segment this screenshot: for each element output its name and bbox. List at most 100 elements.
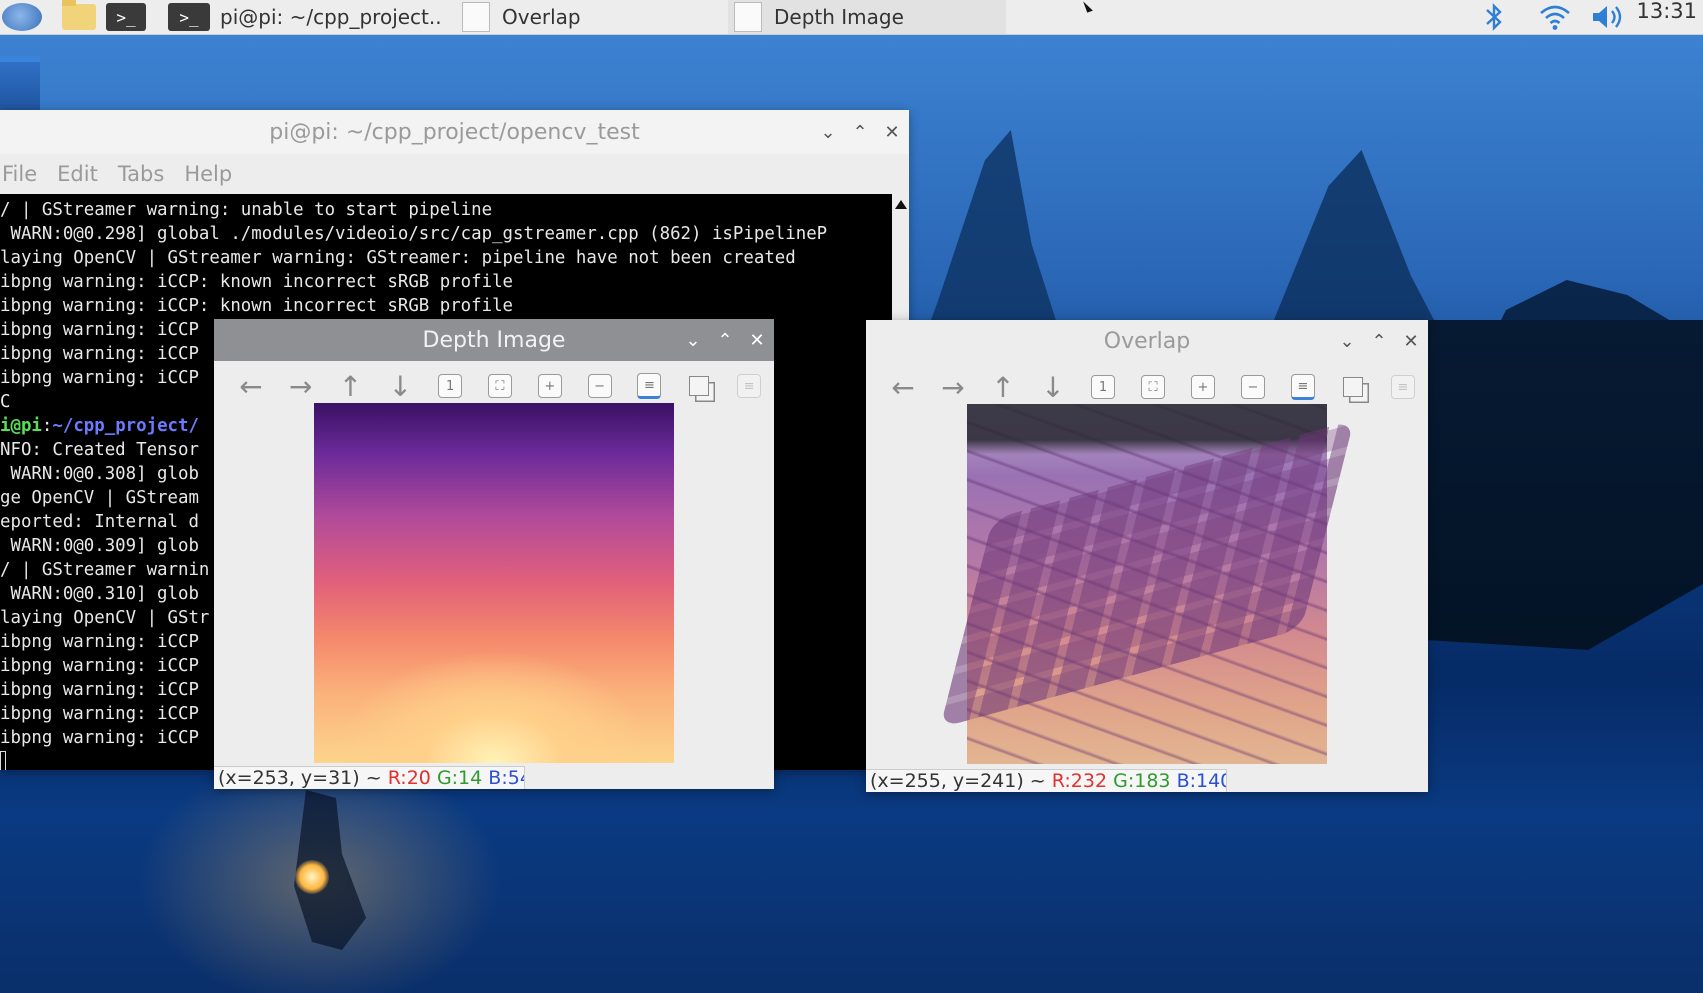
bluetooth-icon [1486, 3, 1502, 31]
trash-icon[interactable] [0, 56, 40, 114]
zoom-out-button[interactable]: − [1228, 367, 1278, 407]
pixel-red: R:20 [387, 767, 431, 789]
terminal-icon: >_ [106, 3, 146, 31]
window-icon [462, 2, 490, 32]
pixel-coords: (x=255, y=241) ~ [870, 770, 1046, 792]
terminal-icon: >_ [168, 3, 210, 31]
terminal-line: / | GStreamer warning: unable to start p… [0, 200, 493, 220]
copy-button[interactable] [674, 366, 724, 406]
menu-edit[interactable]: Edit [57, 162, 98, 186]
save-button[interactable]: ≡ [1278, 367, 1328, 407]
pan-down-icon: ↓ [388, 369, 413, 403]
pan-right-icon: → [288, 369, 313, 403]
pan-up-icon: ↑ [991, 370, 1015, 404]
taskbar-item-depth-image[interactable]: Depth Image [728, 0, 1006, 34]
terminal-cursor [0, 751, 6, 770]
taskbar-item-label: Overlap [502, 5, 581, 29]
window-title: Depth Image [422, 327, 566, 353]
zoom-in-button[interactable]: + [1178, 367, 1228, 407]
taskbar-item-overlap[interactable]: Overlap [456, 0, 726, 34]
prompt-separator: : [41, 416, 53, 436]
pixel-status: (x=255, y=241) ~ R:232 G:183 B:140 [866, 769, 1227, 792]
scroll-up-icon[interactable] [895, 200, 907, 209]
copy-icon [1343, 377, 1363, 397]
overlap-image-canvas[interactable] [939, 404, 1355, 764]
menu-tabs[interactable]: Tabs [118, 162, 165, 186]
properties-button[interactable]: ≡ [1378, 367, 1428, 407]
minimize-icon[interactable]: ⌄ [1338, 331, 1356, 352]
terminal-line: laying OpenCV | GStreamer warning: GStre… [0, 248, 796, 268]
properties-button[interactable]: ≡ [724, 366, 774, 406]
clock[interactable]: 13:31 [1636, 0, 1703, 34]
pixel-coords: (x=253, y=31) ~ [218, 767, 382, 789]
pixel-blue: B:140 [1176, 770, 1227, 792]
pan-right-button[interactable]: → [928, 367, 978, 407]
taskbar-item-terminal[interactable]: >_ pi@pi: ~/cpp_project.. [168, 0, 454, 34]
pan-down-button[interactable]: ↓ [375, 366, 425, 406]
copy-icon [689, 376, 710, 396]
zoom-fit-icon: ⛶ [1141, 375, 1165, 399]
close-icon[interactable]: ✕ [1402, 331, 1420, 352]
terminal-line: ibpng warning: iCCP: known incorrect sRG… [0, 272, 514, 292]
prompt-user: i@pi [0, 416, 42, 436]
maximize-icon[interactable]: ⌃ [716, 330, 734, 351]
pan-up-button[interactable]: ↑ [326, 366, 376, 406]
maximize-icon[interactable]: ⌃ [851, 122, 869, 143]
copy-button[interactable] [1328, 367, 1378, 407]
zoom-fit-button[interactable]: ⛶ [1128, 367, 1178, 407]
pan-up-icon: ↑ [338, 369, 363, 403]
pan-left-icon: ← [891, 370, 915, 404]
pan-up-button[interactable]: ↑ [978, 367, 1028, 407]
zoom-fit-button[interactable]: ⛶ [475, 366, 525, 406]
window-controls: ⌄ ⌃ ✕ [684, 319, 766, 361]
pan-right-button[interactable]: → [276, 366, 326, 406]
zoom-in-icon: + [537, 374, 562, 398]
save-button[interactable]: ≡ [625, 366, 675, 406]
wifi-button[interactable] [1538, 0, 1572, 34]
menu-help[interactable]: Help [184, 162, 232, 186]
bluetooth-button[interactable] [1483, 0, 1505, 34]
volume-button[interactable] [1590, 0, 1630, 34]
zoom-reset-button[interactable]: 1 [1078, 367, 1128, 407]
close-icon[interactable]: ✕ [748, 330, 766, 351]
properties-icon: ≡ [1391, 375, 1415, 399]
terminal-line: WARN:0@0.298] global ./modules/videoio/s… [0, 224, 828, 244]
overlap-window: Overlap ⌄ ⌃ ✕ ← → ↑ ↓ 1 ⛶ + − ≡ ≡ (x=255… [866, 320, 1428, 792]
maximize-icon[interactable]: ⌃ [1370, 331, 1388, 352]
zoom-reset-icon: 1 [1091, 375, 1115, 399]
file-manager-icon [62, 0, 96, 30]
zoom-reset-button[interactable]: 1 [425, 366, 475, 406]
taskbar-item-label: Depth Image [774, 5, 904, 29]
terminal-launcher[interactable]: >_ [106, 0, 146, 34]
volume-icon [1593, 6, 1622, 28]
depth-image-canvas[interactable] [314, 403, 674, 763]
menu-file[interactable]: File [2, 162, 37, 186]
minimize-icon[interactable]: ⌄ [819, 122, 837, 143]
pan-right-icon: → [941, 370, 965, 404]
window-controls: ⌄ ⌃ ✕ [819, 110, 901, 154]
window-titlebar[interactable]: Overlap ⌄ ⌃ ✕ [866, 320, 1428, 362]
web-browser-icon [2, 3, 42, 31]
zoom-out-button[interactable]: − [575, 366, 625, 406]
pan-down-icon: ↓ [1041, 370, 1065, 404]
window-title: Overlap [1103, 328, 1191, 354]
keyboard-photo [939, 419, 1355, 729]
web-browser-launcher[interactable] [2, 0, 42, 34]
window-titlebar[interactable]: pi@pi: ~/cpp_project/opencv_test ⌄ ⌃ ✕ [0, 110, 909, 154]
terminal-menubar: File Edit Tabs Help [0, 154, 909, 194]
window-controls: ⌄ ⌃ ✕ [1338, 320, 1420, 362]
pan-left-button[interactable]: ← [878, 367, 928, 407]
pixel-red: R:232 [1051, 770, 1108, 792]
close-icon[interactable]: ✕ [883, 122, 901, 143]
pixel-green: G:14 [436, 767, 483, 789]
window-titlebar[interactable]: Depth Image ⌄ ⌃ ✕ [214, 319, 774, 361]
zoom-in-button[interactable]: + [525, 366, 575, 406]
minimize-icon[interactable]: ⌄ [684, 330, 702, 351]
file-manager-launcher[interactable] [62, 0, 96, 34]
pixel-blue: B:54 [488, 767, 524, 789]
pan-left-icon: ← [239, 369, 263, 403]
save-icon: ≡ [637, 373, 662, 399]
taskbar-item-label: pi@pi: ~/cpp_project.. [220, 5, 442, 29]
pan-left-button[interactable]: ← [226, 366, 276, 406]
pan-down-button[interactable]: ↓ [1028, 367, 1078, 407]
